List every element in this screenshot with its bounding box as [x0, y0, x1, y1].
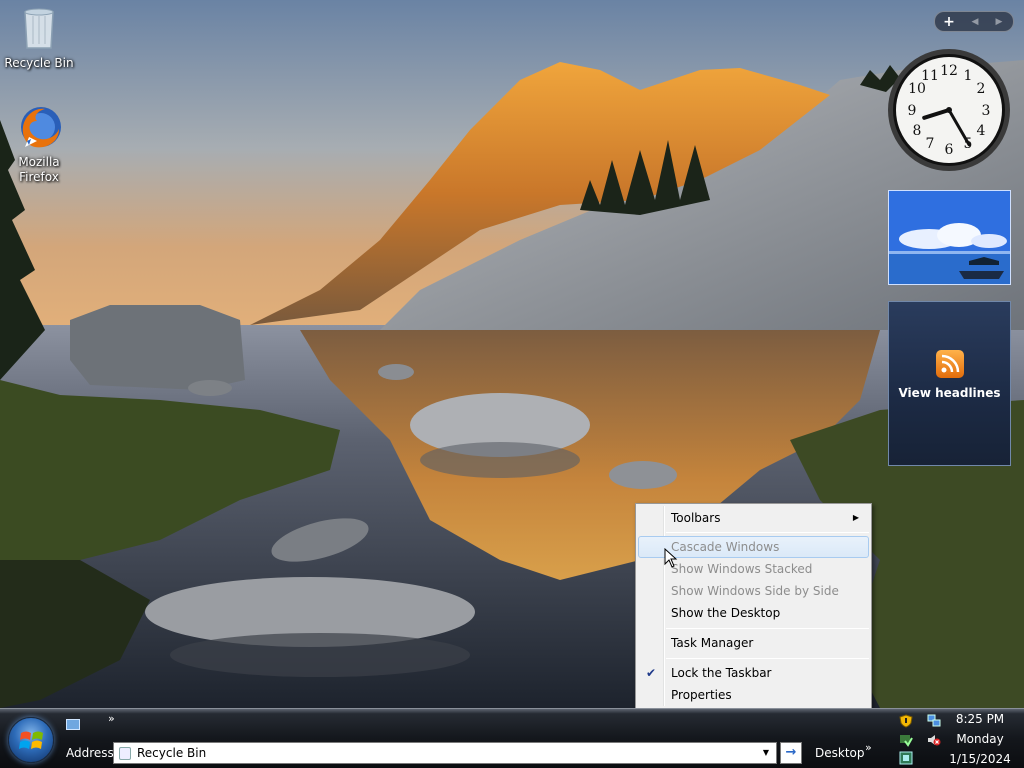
- address-dropdown-button[interactable]: ▼: [758, 745, 774, 761]
- clock-gadget[interactable]: 1212 345 678 91011: [886, 47, 1012, 173]
- desktop-icon-label: Recycle Bin: [4, 56, 74, 70]
- menu-item-label: Toolbars: [671, 511, 721, 525]
- svg-text:3: 3: [982, 103, 991, 119]
- svg-text:4: 4: [977, 123, 986, 139]
- add-gadget-button[interactable]: +: [935, 14, 963, 30]
- menu-item-toolbars[interactable]: Toolbars ▶: [638, 507, 869, 529]
- show-desktop-icon[interactable]: [66, 719, 80, 730]
- menu-item-label: Show Windows Side by Side: [671, 584, 839, 598]
- svg-text:1: 1: [964, 68, 973, 84]
- address-go-button[interactable]: →: [780, 742, 802, 764]
- desktop-icon-recycle-bin[interactable]: Recycle Bin: [0, 4, 78, 71]
- feed-headlines-gadget[interactable]: View headlines: [888, 301, 1011, 466]
- previous-page-button[interactable]: ◀: [963, 17, 987, 27]
- svg-text:11: 11: [921, 68, 939, 84]
- menu-separator: [666, 658, 869, 659]
- windows-logo-icon: [19, 731, 43, 749]
- menu-item-label: Task Manager: [671, 636, 754, 650]
- menu-item-lock-the-taskbar[interactable]: ✔ Lock the Taskbar: [638, 662, 869, 684]
- slideshow-gadget[interactable]: [888, 190, 1011, 285]
- taskbar-context-menu: Toolbars ▶ Cascade Windows Show Windows …: [635, 503, 872, 709]
- network-status-icon[interactable]: [899, 751, 913, 765]
- svg-text:7: 7: [926, 136, 935, 152]
- menu-item-label: Lock the Taskbar: [671, 666, 772, 680]
- recycle-bin-small-icon: [119, 747, 131, 760]
- sidebar-gadget-toolbar: + ◀ ▶: [934, 11, 1014, 32]
- volume-muted-icon[interactable]: [927, 733, 941, 747]
- address-bar[interactable]: ▼: [113, 742, 777, 764]
- quick-launch-chevron[interactable]: »: [108, 712, 115, 725]
- desktop-toolbar-chevron[interactable]: »: [865, 741, 872, 754]
- svg-text:8: 8: [913, 123, 922, 139]
- network-icon[interactable]: [927, 714, 941, 728]
- svg-text:6: 6: [945, 142, 954, 158]
- slideshow-image: [889, 191, 1010, 284]
- menu-item-task-manager[interactable]: Task Manager: [638, 632, 869, 654]
- menu-item-show-windows-side-by-side[interactable]: Show Windows Side by Side: [638, 580, 869, 602]
- svg-text:2: 2: [977, 81, 986, 97]
- recycle-bin-icon: [15, 4, 63, 52]
- security-shield-icon[interactable]: [899, 714, 913, 728]
- mouse-pointer-icon: [664, 548, 678, 568]
- clock-date: 1/15/2024: [949, 752, 1011, 766]
- menu-item-label: Properties: [671, 688, 732, 702]
- firefox-icon: [15, 103, 63, 151]
- analog-clock-face: 1212 345 678 91011: [888, 49, 1010, 171]
- clock-day: Monday: [956, 732, 1004, 746]
- svg-text:12: 12: [940, 63, 958, 79]
- address-toolbar-label: Address: [66, 746, 114, 760]
- menu-item-show-the-desktop[interactable]: Show the Desktop: [638, 602, 869, 624]
- checkmark-icon: ✔: [646, 666, 657, 680]
- menu-item-label: Cascade Windows: [671, 540, 780, 554]
- menu-item-label: Show the Desktop: [671, 606, 781, 620]
- svg-text:9: 9: [908, 103, 917, 119]
- submenu-arrow-icon: ▶: [852, 513, 859, 522]
- desktop-icon-firefox[interactable]: Mozilla Firefox: [0, 103, 78, 185]
- address-input[interactable]: [137, 745, 737, 761]
- windows-update-icon[interactable]: [899, 733, 913, 747]
- next-page-button[interactable]: ▶: [987, 17, 1011, 27]
- start-button[interactable]: [8, 717, 54, 763]
- menu-separator: [666, 628, 869, 629]
- clock-time: 8:25 PM: [955, 712, 1005, 726]
- taskbar-clock[interactable]: 8:25 PM Monday 1/15/2024: [940, 709, 1020, 768]
- view-headlines-label[interactable]: View headlines: [889, 386, 1010, 400]
- menu-item-properties[interactable]: Properties: [638, 684, 869, 706]
- taskbar[interactable]: » Address ▼ → Desktop » 8:25 PM Monday 1…: [0, 708, 1024, 768]
- menu-item-label: Show Windows Stacked: [671, 562, 813, 576]
- rss-icon: [935, 350, 964, 378]
- desktop-icon-label: Mozilla Firefox: [18, 155, 60, 184]
- menu-separator: [666, 532, 869, 533]
- desktop-toolbar-label[interactable]: Desktop: [815, 746, 865, 760]
